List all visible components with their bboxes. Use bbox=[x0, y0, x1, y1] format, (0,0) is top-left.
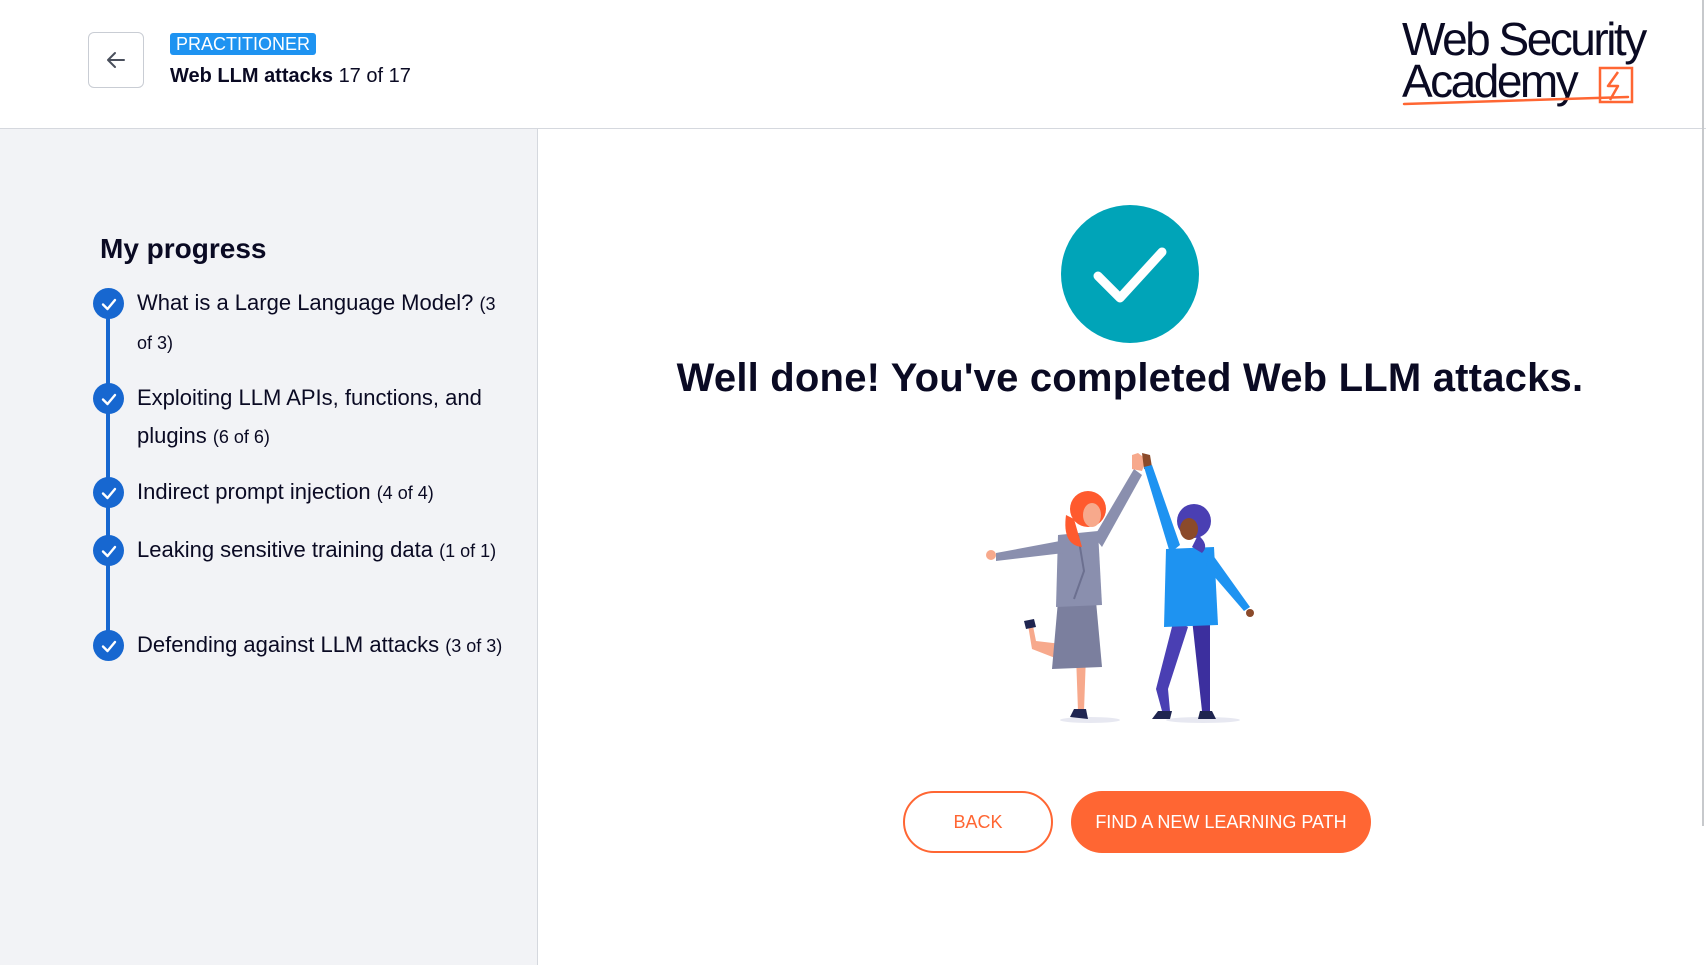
progress-item-label: Defending against LLM attacks bbox=[137, 632, 440, 657]
top-header: PRACTITIONER Web LLM attacks 17 of 17 We… bbox=[0, 0, 1706, 129]
check-icon bbox=[93, 383, 124, 414]
progress-item-label: Exploiting LLM APIs, functions, and plug… bbox=[137, 385, 482, 448]
course-title: Web LLM attacks 17 of 17 bbox=[170, 64, 411, 88]
progress-track bbox=[106, 302, 110, 642]
logo-bolt-icon bbox=[1402, 66, 1634, 106]
back-arrow-button[interactable] bbox=[88, 32, 144, 88]
progress-item-text: Leaking sensitive training data (1 of 1) bbox=[137, 531, 507, 570]
progress-item-text: What is a Large Language Model? (3 of 3) bbox=[137, 284, 507, 362]
level-badge: PRACTITIONER bbox=[170, 33, 317, 55]
find-new-learning-path-button[interactable]: FIND A NEW LEARNING PATH bbox=[1071, 791, 1371, 853]
completion-headline: Well done! You've completed Web LLM atta… bbox=[676, 356, 1584, 400]
success-check-icon bbox=[1061, 205, 1199, 343]
scrollbar[interactable] bbox=[1702, 0, 1704, 826]
progress-item-label: Leaking sensitive training data bbox=[137, 537, 433, 562]
progress-title: My progress bbox=[100, 233, 267, 264]
progress-item-count: (3 of 3) bbox=[445, 636, 503, 656]
check-icon bbox=[93, 288, 124, 319]
progress-item-count: (6 of 6) bbox=[212, 427, 270, 447]
arrow-left-icon bbox=[107, 52, 125, 68]
web-security-academy-logo[interactable]: Web Security Academy bbox=[1396, 14, 1656, 110]
check-icon bbox=[93, 630, 124, 661]
high-five-illustration bbox=[986, 453, 1254, 723]
progress-item-text: Exploiting LLM APIs, functions, and plug… bbox=[137, 379, 507, 456]
progress-item-label: What is a Large Language Model? bbox=[137, 290, 474, 315]
course-position: 17 of 17 bbox=[338, 65, 411, 87]
progress-item-text: Indirect prompt injection (4 of 4) bbox=[137, 473, 507, 512]
course-name: Web LLM attacks bbox=[170, 65, 333, 87]
progress-sidebar: My progress What is a Large Language Mod… bbox=[0, 129, 538, 965]
progress-item-count: (1 of 1) bbox=[439, 541, 497, 561]
check-icon bbox=[93, 477, 124, 508]
progress-item-count: (4 of 4) bbox=[376, 483, 434, 503]
back-button[interactable]: BACK bbox=[903, 791, 1053, 853]
progress-item-text: Defending against LLM attacks (3 of 3) bbox=[137, 626, 507, 665]
check-icon bbox=[93, 535, 124, 566]
progress-item-label: Indirect prompt injection bbox=[137, 479, 371, 504]
completion-panel: Well done! You've completed Web LLM atta… bbox=[538, 129, 1706, 965]
